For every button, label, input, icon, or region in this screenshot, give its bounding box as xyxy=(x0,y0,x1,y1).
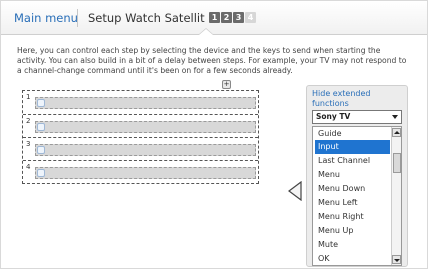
key-item[interactable]: OK xyxy=(315,252,390,265)
add-step-button[interactable]: + xyxy=(222,80,231,89)
step-number: 2 xyxy=(26,117,31,125)
key-item[interactable]: Menu Up xyxy=(315,224,390,238)
page-title: Setup Watch Satellit xyxy=(88,11,205,25)
step-row[interactable]: 4 xyxy=(23,161,258,179)
scrollbar-thumb[interactable] xyxy=(393,153,401,173)
key-item[interactable]: Last Channel xyxy=(315,154,390,168)
drag-handle-icon xyxy=(37,99,45,107)
steps-area: + 1 2 3 4 xyxy=(22,80,259,184)
device-select-value: Sony TV xyxy=(316,112,351,121)
step-drop-slot[interactable] xyxy=(35,121,256,133)
step-number: 4 xyxy=(26,163,31,171)
device-select[interactable]: Sony TV xyxy=(312,110,402,124)
header: Main menu Setup Watch Satellit 1 2 3 4 xyxy=(1,1,427,35)
step-indicator-1: 1 xyxy=(209,12,220,23)
key-list[interactable]: Guide Input Last Channel Menu Menu Down … xyxy=(312,126,402,266)
scroll-down-icon[interactable] xyxy=(392,255,401,264)
key-item[interactable]: Menu Right xyxy=(315,210,390,224)
header-divider xyxy=(77,9,78,27)
left-arrow-icon[interactable] xyxy=(287,181,303,201)
key-item[interactable]: Menu Left xyxy=(315,196,390,210)
step-indicator-2: 2 xyxy=(221,12,232,23)
key-item[interactable]: Menu Down xyxy=(315,182,390,196)
step-indicator: 1 2 3 4 xyxy=(209,12,256,23)
step-drop-slot[interactable] xyxy=(35,144,256,156)
header-notch xyxy=(199,29,213,35)
key-item-selected[interactable]: Input xyxy=(315,140,390,154)
step-number: 3 xyxy=(26,140,31,148)
key-list-scrollbar[interactable] xyxy=(391,127,401,265)
step-indicator-4: 4 xyxy=(245,12,256,23)
scroll-up-icon[interactable] xyxy=(392,128,401,137)
step-row[interactable]: 3 xyxy=(23,138,258,156)
step-row[interactable]: 2 xyxy=(23,115,258,133)
instructions-text: Here, you can control each step by selec… xyxy=(17,46,407,75)
drag-handle-icon xyxy=(37,123,45,131)
key-item[interactable]: Guide xyxy=(315,127,390,141)
steps-list: 1 2 3 4 xyxy=(22,90,259,184)
drag-handle-icon xyxy=(37,169,45,177)
key-item[interactable]: Menu xyxy=(315,168,390,182)
drag-handle-icon xyxy=(37,146,45,154)
step-row[interactable]: 1 xyxy=(23,91,258,109)
hide-extended-functions-link[interactable]: Hide extended functions xyxy=(312,89,404,109)
chevron-down-icon xyxy=(392,115,398,119)
step-drop-slot[interactable] xyxy=(35,167,256,179)
step-indicator-3: 3 xyxy=(233,12,244,23)
step-number: 1 xyxy=(26,93,31,101)
step-drop-slot[interactable] xyxy=(35,97,256,109)
main-menu-link[interactable]: Main menu xyxy=(14,11,78,25)
extended-functions-panel: Hide extended functions Sony TV Guide In… xyxy=(306,85,408,267)
key-item[interactable]: Mute xyxy=(315,238,390,252)
